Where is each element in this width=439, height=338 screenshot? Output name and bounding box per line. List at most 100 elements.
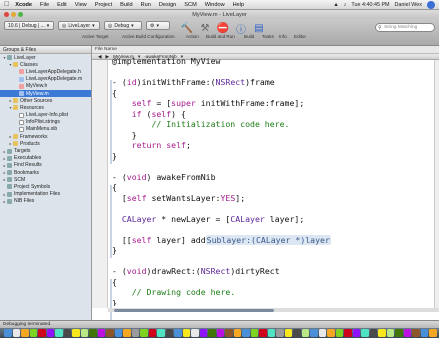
- code-line[interactable]: [112, 224, 437, 235]
- sidebar-item[interactable]: ▾ LiveLayer: [0, 54, 91, 61]
- editor-icon[interactable]: ▤: [252, 21, 266, 35]
- code-line[interactable]: [[self layer] addSublayer:(CALayer *)lay…: [112, 234, 437, 246]
- vertical-scrollbar[interactable]: [434, 60, 439, 308]
- line-gutter[interactable]: [92, 60, 108, 308]
- menu-view[interactable]: View: [75, 2, 87, 8]
- sidebar-item[interactable]: ▸ Executables: [0, 155, 91, 162]
- sidebar-item[interactable]: ▸ Targets: [0, 147, 91, 154]
- forward-icon[interactable]: ▶: [106, 54, 110, 60]
- dock-app-icon[interactable]: [242, 329, 250, 337]
- dock-app-icon[interactable]: [267, 329, 275, 337]
- dock-app-icon[interactable]: [310, 329, 318, 337]
- menu-scm[interactable]: SCM: [184, 2, 196, 8]
- dock-app-icon[interactable]: [174, 329, 182, 337]
- build-icon[interactable]: ⚒: [198, 21, 212, 35]
- dock-app-icon[interactable]: [429, 329, 437, 337]
- dock-app-icon[interactable]: [46, 329, 54, 337]
- code-line[interactable]: }: [112, 130, 437, 141]
- dock-app-icon[interactable]: [318, 329, 326, 337]
- dock-app-icon[interactable]: [4, 329, 12, 337]
- search-field[interactable]: ⚲ String Matching: [375, 23, 435, 32]
- dock-app-icon[interactable]: [182, 329, 190, 337]
- dock-app-icon[interactable]: [148, 329, 156, 337]
- code-line[interactable]: }: [112, 298, 437, 307]
- dock-app-icon[interactable]: [63, 329, 71, 337]
- code-line[interactable]: [112, 67, 437, 78]
- code-line[interactable]: }: [112, 245, 437, 256]
- code-editor[interactable]: @implementation MyView - (id)initWithFram…: [112, 56, 437, 306]
- sidebar-item[interactable]: ▸ Frameworks: [0, 133, 91, 140]
- clock[interactable]: Tue 4:40:45 PM: [351, 2, 389, 8]
- dock-app-icon[interactable]: [131, 329, 139, 337]
- sidebar-item[interactable]: ▸ NIB Files: [0, 198, 91, 205]
- sidebar-item[interactable]: Project Symbols: [0, 183, 91, 190]
- code-line[interactable]: {: [112, 88, 437, 99]
- sidebar-item[interactable]: LiveLayerAppDelegate.m: [0, 76, 91, 83]
- menu-file[interactable]: File: [40, 2, 49, 8]
- dock-app-icon[interactable]: [301, 329, 309, 337]
- sidebar-item[interactable]: ▾ Classes: [0, 61, 91, 68]
- minimize-window-button[interactable]: [11, 12, 16, 17]
- code-line[interactable]: // Drawing code here.: [112, 287, 437, 298]
- dock-app-icon[interactable]: [327, 329, 335, 337]
- code-line[interactable]: self = [super initWithFrame:frame];: [112, 98, 437, 109]
- dock-app-icon[interactable]: [352, 329, 360, 337]
- menu-edit[interactable]: Edit: [57, 2, 67, 8]
- sidebar-item[interactable]: LiveLayer-Info.plist: [0, 112, 91, 119]
- spotlight-icon[interactable]: [427, 0, 435, 9]
- dock-app-icon[interactable]: [403, 329, 411, 337]
- zoom-window-button[interactable]: [18, 12, 23, 17]
- dock-app-icon[interactable]: [191, 329, 199, 337]
- dock-app-icon[interactable]: [21, 329, 29, 337]
- code-line[interactable]: // Initialization code here.: [112, 119, 437, 130]
- apple-icon[interactable]: : [4, 1, 9, 8]
- overview-popup[interactable]: 10.6 | Debug | ... ▾: [4, 21, 54, 30]
- dock-app-icon[interactable]: [386, 329, 394, 337]
- code-line[interactable]: [112, 161, 437, 172]
- code-line[interactable]: @implementation MyView: [112, 56, 437, 67]
- code-line[interactable]: {: [112, 182, 437, 193]
- info-icon[interactable]: ⓘ: [234, 21, 248, 36]
- sidebar-header[interactable]: Groups & Files: [0, 46, 91, 54]
- menu-project[interactable]: Project: [95, 2, 112, 8]
- active-config-popup[interactable]: ◎ Debug ▾: [104, 21, 142, 30]
- code-line[interactable]: {: [112, 277, 437, 288]
- sidebar-item[interactable]: ▸ Implementation Files: [0, 191, 91, 198]
- sidebar-item[interactable]: ▸ Products: [0, 140, 91, 147]
- wifi-icon[interactable]: ▲: [333, 2, 338, 8]
- code-line[interactable]: if (self) {: [112, 109, 437, 120]
- sidebar-item[interactable]: ▸ Other Sources: [0, 97, 91, 104]
- code-line[interactable]: [112, 203, 437, 214]
- dock-app-icon[interactable]: [89, 329, 97, 337]
- sidebar-item[interactable]: ▾ Resources: [0, 104, 91, 111]
- dock-app-icon[interactable]: [140, 329, 148, 337]
- code-line[interactable]: [112, 256, 437, 267]
- horizontal-scroll-thumb[interactable]: [114, 308, 274, 312]
- dock-app-icon[interactable]: [12, 329, 20, 337]
- dock-app-icon[interactable]: [38, 329, 46, 337]
- user-name[interactable]: Daniel Wex: [395, 2, 422, 8]
- dock-app-icon[interactable]: [72, 329, 80, 337]
- dock-app-icon[interactable]: [259, 329, 267, 337]
- code-line[interactable]: - (void) awakeFromNib: [112, 172, 437, 183]
- sidebar-item[interactable]: InfoPlist.strings: [0, 119, 91, 126]
- dock-app-icon[interactable]: [361, 329, 369, 337]
- dock-app-icon[interactable]: [293, 329, 301, 337]
- dock-app-icon[interactable]: [157, 329, 165, 337]
- close-window-button[interactable]: [4, 12, 9, 17]
- active-target-popup[interactable]: ◎ LiveLayer ▾: [58, 21, 100, 30]
- dock-app-icon[interactable]: [250, 329, 258, 337]
- dock-app-icon[interactable]: [199, 329, 207, 337]
- code-line[interactable]: }: [112, 151, 437, 162]
- code-line[interactable]: CALayer * newLayer = [CALayer layer];: [112, 214, 437, 225]
- code-line[interactable]: - (id)initWithFrame:(NSRect)frame: [112, 77, 437, 88]
- detail-column-file[interactable]: File Name: [95, 47, 117, 52]
- tasks-stop-icon[interactable]: ⛔: [216, 21, 230, 35]
- sidebar-item[interactable]: MyView.m: [0, 89, 91, 98]
- dock-app-icon[interactable]: [412, 329, 420, 337]
- code-line[interactable]: [self setWantsLayer:YES];: [112, 193, 437, 204]
- dock-app-icon[interactable]: [29, 329, 37, 337]
- dock-app-icon[interactable]: [225, 329, 233, 337]
- sidebar-item[interactable]: ▸ Bookmarks: [0, 169, 91, 176]
- dock-app-icon[interactable]: [165, 329, 173, 337]
